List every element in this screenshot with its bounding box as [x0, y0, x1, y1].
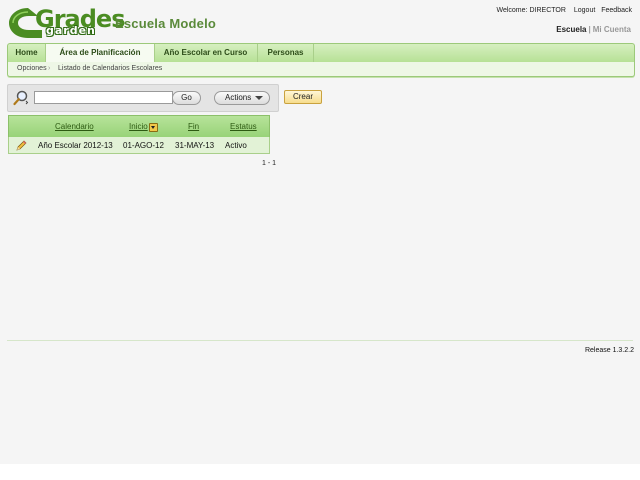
column-header-estatus[interactable]: Estatus — [230, 122, 257, 131]
sort-desc-icon[interactable] — [149, 123, 158, 132]
school-switch-escuela[interactable]: Escuela — [556, 25, 586, 34]
school-name: Escuela Modelo — [115, 16, 217, 31]
user-links: Welcome: DIRECTOR Logout Feedback — [493, 7, 632, 14]
breadcrumb-chevron-icon: › — [48, 65, 51, 72]
logo-subwordmark: garden — [46, 24, 96, 37]
chevron-down-icon — [255, 96, 263, 100]
switch-separator: | — [588, 25, 591, 34]
logout-link[interactable]: Logout — [574, 7, 595, 14]
actions-menu-button[interactable]: Actions — [214, 91, 270, 105]
breadcrumb-opciones[interactable]: Opciones — [17, 65, 47, 72]
cell-estatus: Activo — [225, 141, 247, 150]
cell-fin: 31-MAY-13 — [175, 141, 215, 150]
actions-label: Actions — [225, 93, 252, 102]
breadcrumb-current: Listado de Calendarios Escolares — [58, 65, 163, 72]
tab-personas[interactable]: Personas — [258, 44, 314, 62]
app-logo[interactable]: Grades garden — [8, 6, 125, 40]
search-icon[interactable] — [12, 89, 30, 107]
welcome-label: Welcome: — [496, 7, 528, 14]
breadcrumb: Opciones › Listado de Calendarios Escola… — [7, 62, 635, 77]
edit-pencil-icon[interactable] — [16, 140, 27, 151]
feedback-link[interactable]: Feedback — [601, 7, 632, 14]
go-button[interactable]: Go — [172, 91, 201, 105]
page-bottom-strip — [0, 464, 640, 480]
table-row: Año Escolar 2012-13 01-AGO-12 31-MAY-13 … — [8, 137, 270, 154]
school-switch-mi-cuenta[interactable]: Mi Cuenta — [593, 25, 631, 34]
create-button[interactable]: Crear — [284, 90, 322, 104]
tab-area-planificacion[interactable]: Área de Planificación — [45, 44, 155, 63]
tab-home[interactable]: Home — [8, 44, 46, 62]
table-header: Calendario Inicio Fin Estatus — [8, 115, 270, 138]
column-header-inicio[interactable]: Inicio — [129, 122, 148, 131]
column-header-fin[interactable]: Fin — [188, 122, 199, 131]
main-nav: Home Área de Planificación Año Escolar e… — [7, 43, 635, 63]
cell-inicio: 01-AGO-12 — [123, 141, 164, 150]
account-switch: Escuela | Mi Cuenta — [556, 25, 631, 34]
pagination-info: 1 - 1 — [262, 160, 277, 167]
search-toolbar: Go Actions — [7, 84, 279, 112]
tab-ano-escolar-en-curso[interactable]: Año Escolar en Curso — [154, 44, 258, 62]
user-name: DIRECTOR — [529, 7, 566, 14]
release-version: Release 1.3.2.2 — [584, 347, 634, 354]
column-header-calendario[interactable]: Calendario — [55, 122, 94, 131]
search-input[interactable] — [34, 91, 173, 104]
footer-divider — [7, 340, 633, 341]
cell-calendario: Año Escolar 2012-13 — [38, 141, 113, 150]
